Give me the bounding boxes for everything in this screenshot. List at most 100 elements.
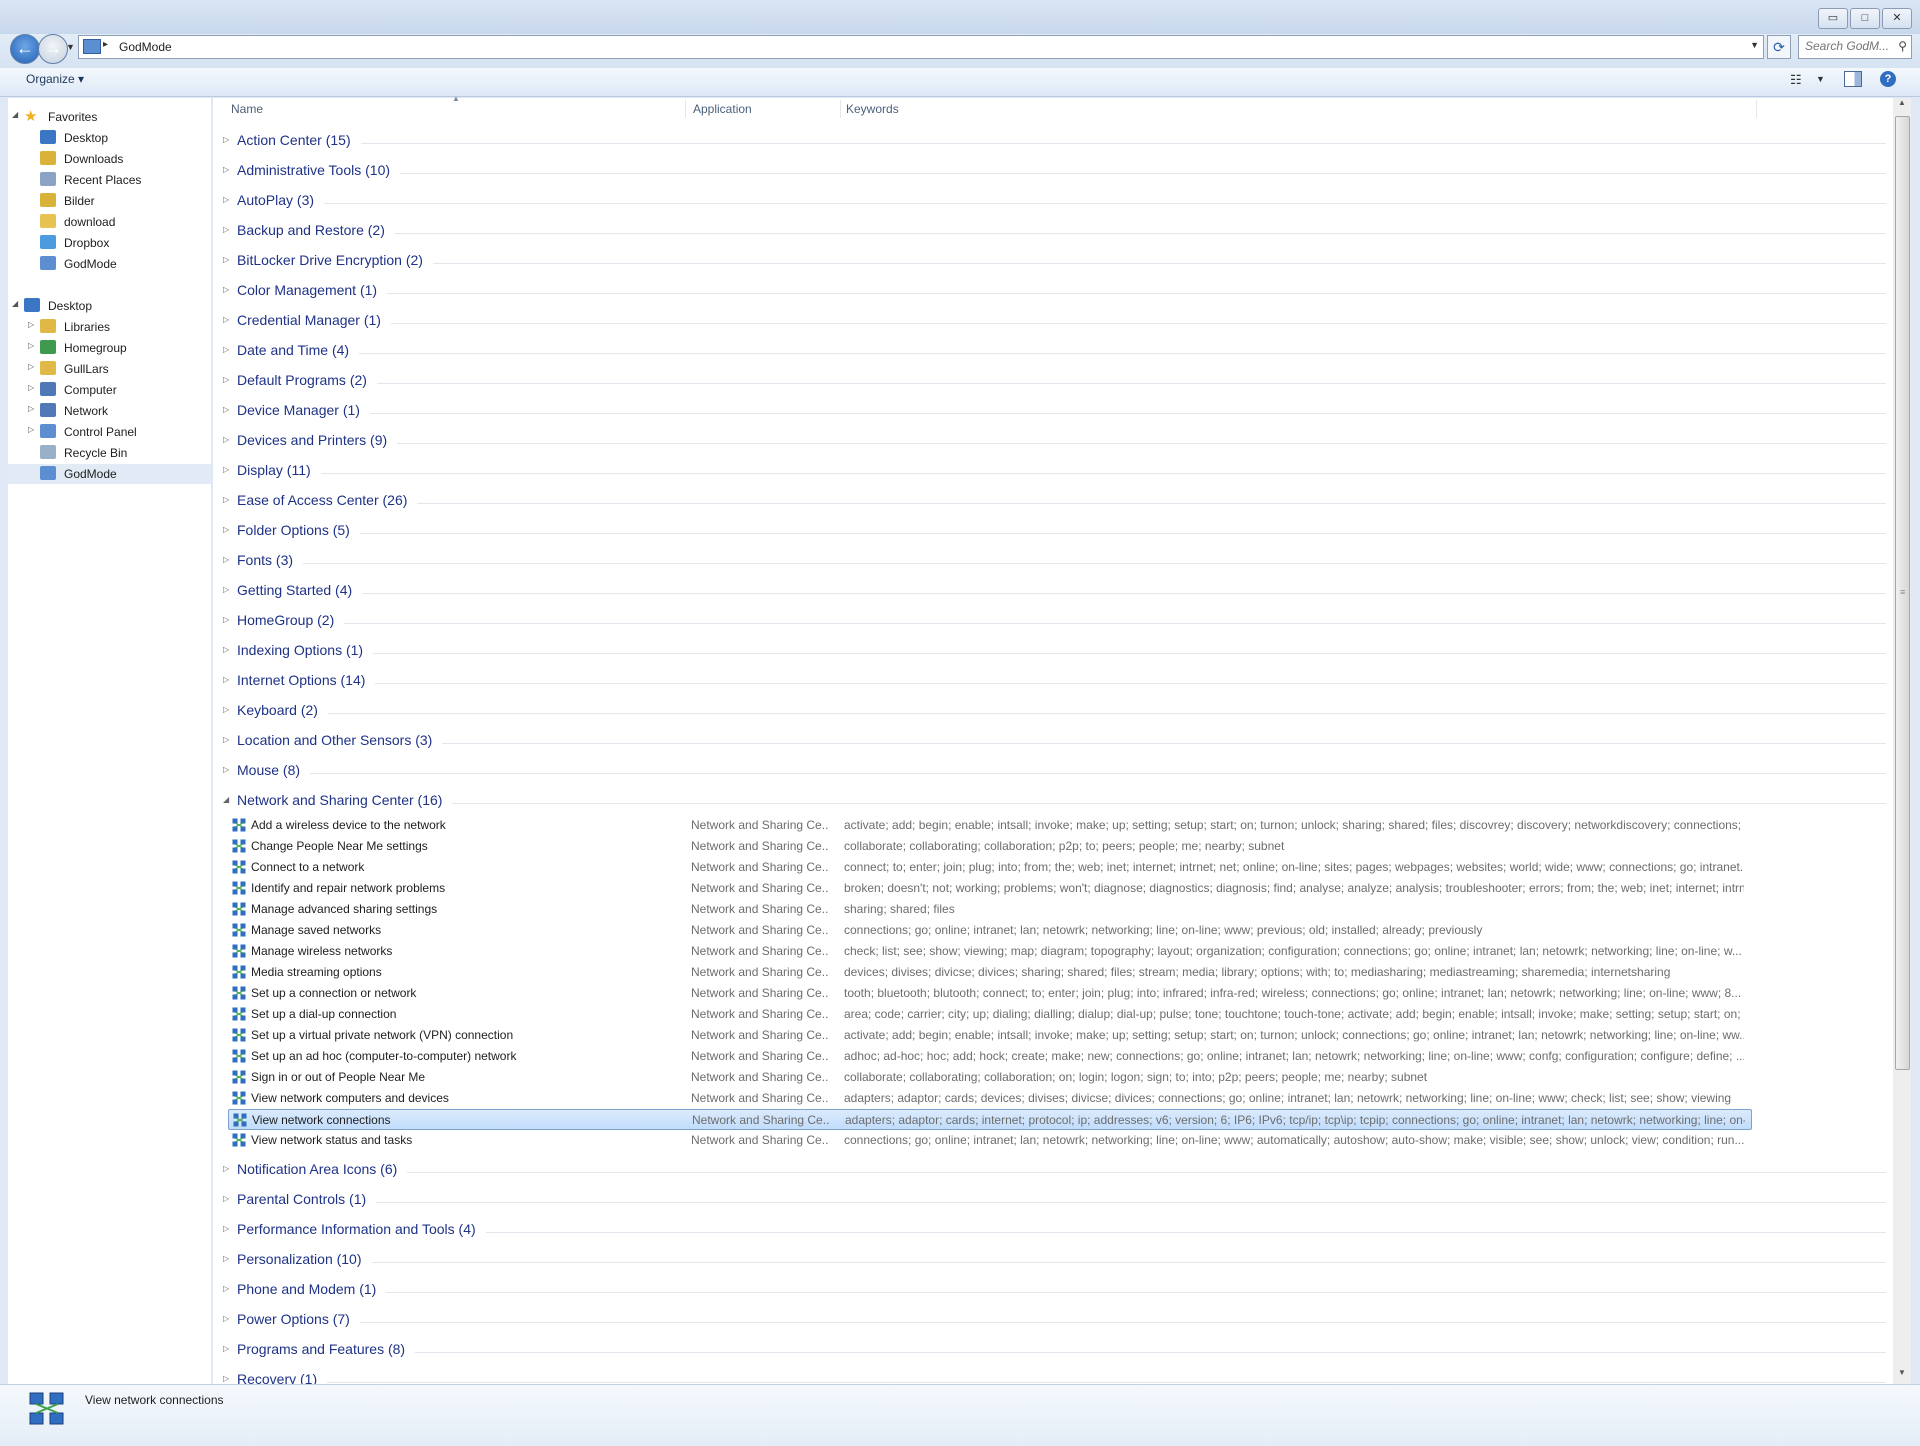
expanded-arrow-icon[interactable]: ◢ [12, 110, 18, 119]
expand-arrow-icon[interactable]: ▷ [223, 135, 229, 144]
expand-arrow-icon[interactable]: ▷ [223, 615, 229, 624]
list-item[interactable]: Sign in or out of People Near Me Network … [228, 1067, 1752, 1088]
back-button[interactable]: ← [10, 34, 40, 64]
group-header[interactable]: ▷ Administrative Tools (10) [221, 158, 1886, 188]
expand-arrow-icon[interactable]: ▷ [223, 705, 229, 714]
group-header[interactable]: ▷ Mouse (8) [221, 758, 1886, 788]
column-header-application[interactable]: Application [693, 102, 752, 116]
expand-arrow-icon[interactable]: ▷ [223, 225, 229, 234]
expand-arrow-icon[interactable]: ▷ [223, 1344, 229, 1353]
list-item[interactable]: View network status and tasks Network and… [228, 1130, 1752, 1151]
group-header[interactable]: ▷ Programs and Features (8) [221, 1337, 1886, 1367]
expand-arrow-icon[interactable]: ▷ [223, 735, 229, 744]
sidebar-item-homegroup[interactable]: ▷ Homegroup [8, 338, 211, 358]
list-item[interactable]: Set up a dial-up connection Network and S… [228, 1004, 1752, 1025]
forward-button[interactable]: → [38, 34, 68, 64]
column-header-keywords[interactable]: Keywords [846, 102, 899, 116]
group-header[interactable]: ▷ Color Management (1) [221, 278, 1886, 308]
group-header[interactable]: ▷ Keyboard (2) [221, 698, 1886, 728]
search-icon[interactable]: ⚲ [1898, 39, 1907, 53]
list-item[interactable]: View network computers and devices Networ… [228, 1088, 1752, 1109]
sidebar-item-gulllars[interactable]: ▷ GullLars [8, 359, 211, 379]
group-header[interactable]: ▷ BitLocker Drive Encryption (2) [221, 248, 1886, 278]
expand-arrow-icon[interactable]: ▷ [223, 555, 229, 564]
group-header[interactable]: ▷ Phone and Modem (1) [221, 1277, 1886, 1307]
sidebar-item-download[interactable]: download [8, 212, 211, 232]
expand-arrow-icon[interactable]: ▷ [223, 195, 229, 204]
group-header[interactable]: ▷ Devices and Printers (9) [221, 428, 1886, 458]
expand-arrow-icon[interactable]: ▷ [223, 765, 229, 774]
group-header[interactable]: ▷ Getting Started (4) [221, 578, 1886, 608]
sidebar-item-downloads[interactable]: Downloads [8, 149, 211, 169]
group-header[interactable]: ▷ Performance Information and Tools (4) [221, 1217, 1886, 1247]
scroll-up-icon[interactable]: ▲ [1893, 98, 1911, 114]
expand-arrow-icon[interactable]: ▷ [223, 285, 229, 294]
list-item[interactable]: Connect to a network Network and Sharing … [228, 857, 1752, 878]
expand-arrow-icon[interactable]: ▷ [223, 1224, 229, 1233]
column-divider[interactable] [1756, 100, 1757, 118]
sidebar-item-favorites[interactable]: ◢ ★ Favorites [8, 107, 211, 127]
help-icon[interactable]: ? [1880, 71, 1896, 87]
column-header-name[interactable]: Name [231, 102, 263, 116]
expand-arrow-icon[interactable]: ▷ [223, 495, 229, 504]
group-header[interactable]: ▷ Power Options (7) [221, 1307, 1886, 1337]
group-header[interactable]: ▷ Credential Manager (1) [221, 308, 1886, 338]
scroll-thumb[interactable]: ≡ [1895, 116, 1910, 1070]
group-header[interactable]: ▷ Action Center (15) [221, 128, 1886, 158]
sidebar-item-recycle-bin[interactable]: Recycle Bin [8, 443, 211, 463]
minimize-button[interactable]: ▭ [1818, 8, 1848, 29]
group-header[interactable]: ▷ Personalization (10) [221, 1247, 1886, 1277]
column-divider[interactable] [685, 100, 686, 118]
maximize-button[interactable]: □ [1850, 8, 1880, 29]
expand-arrow-icon[interactable]: ▷ [28, 425, 34, 434]
search-input[interactable] [1799, 36, 1893, 56]
change-view-icon[interactable]: ☷ [1790, 72, 1802, 88]
expand-arrow-icon[interactable]: ▷ [223, 345, 229, 354]
list-item[interactable]: Set up a virtual private network (VPN) c… [228, 1025, 1752, 1046]
group-header[interactable]: ▷ Ease of Access Center (26) [221, 488, 1886, 518]
sidebar-item-computer[interactable]: ▷ Computer [8, 380, 211, 400]
expand-arrow-icon[interactable]: ▷ [223, 375, 229, 384]
list-item[interactable]: Set up an ad hoc (computer-to-computer) … [228, 1046, 1752, 1067]
collapse-arrow-icon[interactable]: ◢ [223, 795, 229, 804]
group-header[interactable]: ▷ Device Manager (1) [221, 398, 1886, 428]
expanded-arrow-icon[interactable]: ◢ [12, 299, 18, 308]
list-item[interactable]: View network connections Network and Shar… [228, 1109, 1752, 1130]
sidebar-item-godmode[interactable]: GodMode [8, 254, 211, 274]
recent-pages-dropdown-icon[interactable]: ▼ [66, 42, 75, 52]
list-item[interactable]: Set up a connection or network Network an… [228, 983, 1752, 1004]
group-header[interactable]: ▷ Location and Other Sensors (3) [221, 728, 1886, 758]
expand-arrow-icon[interactable]: ▷ [223, 1314, 229, 1323]
address-location[interactable]: GodMode [119, 40, 172, 54]
preview-pane-icon[interactable] [1844, 71, 1862, 87]
list-item[interactable]: Identify and repair network problems Netw… [228, 878, 1752, 899]
group-header[interactable]: ▷ Notification Area Icons (6) [221, 1157, 1886, 1187]
list-item[interactable]: Add a wireless device to the network Netw… [228, 815, 1752, 836]
sidebar-item-recent-places[interactable]: Recent Places [8, 170, 211, 190]
list-item[interactable]: Manage wireless networks Network and Shar… [228, 941, 1752, 962]
expand-arrow-icon[interactable]: ▷ [223, 1164, 229, 1173]
expand-arrow-icon[interactable]: ▷ [223, 1254, 229, 1263]
group-header[interactable]: ▷ Indexing Options (1) [221, 638, 1886, 668]
list-item[interactable]: Manage saved networks Network and Sharing… [228, 920, 1752, 941]
list-item[interactable]: Manage advanced sharing settings Network … [228, 899, 1752, 920]
chevron-down-icon[interactable]: ▼ [1750, 40, 1759, 50]
organize-button[interactable]: Organize ▾ [26, 72, 84, 86]
expand-arrow-icon[interactable]: ▷ [28, 341, 34, 350]
group-header[interactable]: ▷ Fonts (3) [221, 548, 1886, 578]
expand-arrow-icon[interactable]: ▷ [28, 362, 34, 371]
group-header[interactable]: ▷ Internet Options (14) [221, 668, 1886, 698]
scroll-down-icon[interactable]: ▼ [1893, 1368, 1911, 1384]
expand-arrow-icon[interactable]: ▷ [223, 585, 229, 594]
sidebar-item-network[interactable]: ▷ Network [8, 401, 211, 421]
group-header[interactable]: ▷ Date and Time (4) [221, 338, 1886, 368]
search-box[interactable]: ⚲ [1798, 35, 1912, 59]
list-item[interactable]: Change People Near Me settings Network an… [228, 836, 1752, 857]
address-bar[interactable]: ▸ GodMode ▼ [78, 35, 1764, 59]
sidebar-item-control-panel[interactable]: ▷ Control Panel [8, 422, 211, 442]
sidebar-item-libraries[interactable]: ▷ Libraries [8, 317, 211, 337]
expand-arrow-icon[interactable]: ▷ [28, 320, 34, 329]
group-header[interactable]: ▷ Folder Options (5) [221, 518, 1886, 548]
column-divider[interactable] [840, 100, 841, 118]
expand-arrow-icon[interactable]: ▷ [223, 1284, 229, 1293]
